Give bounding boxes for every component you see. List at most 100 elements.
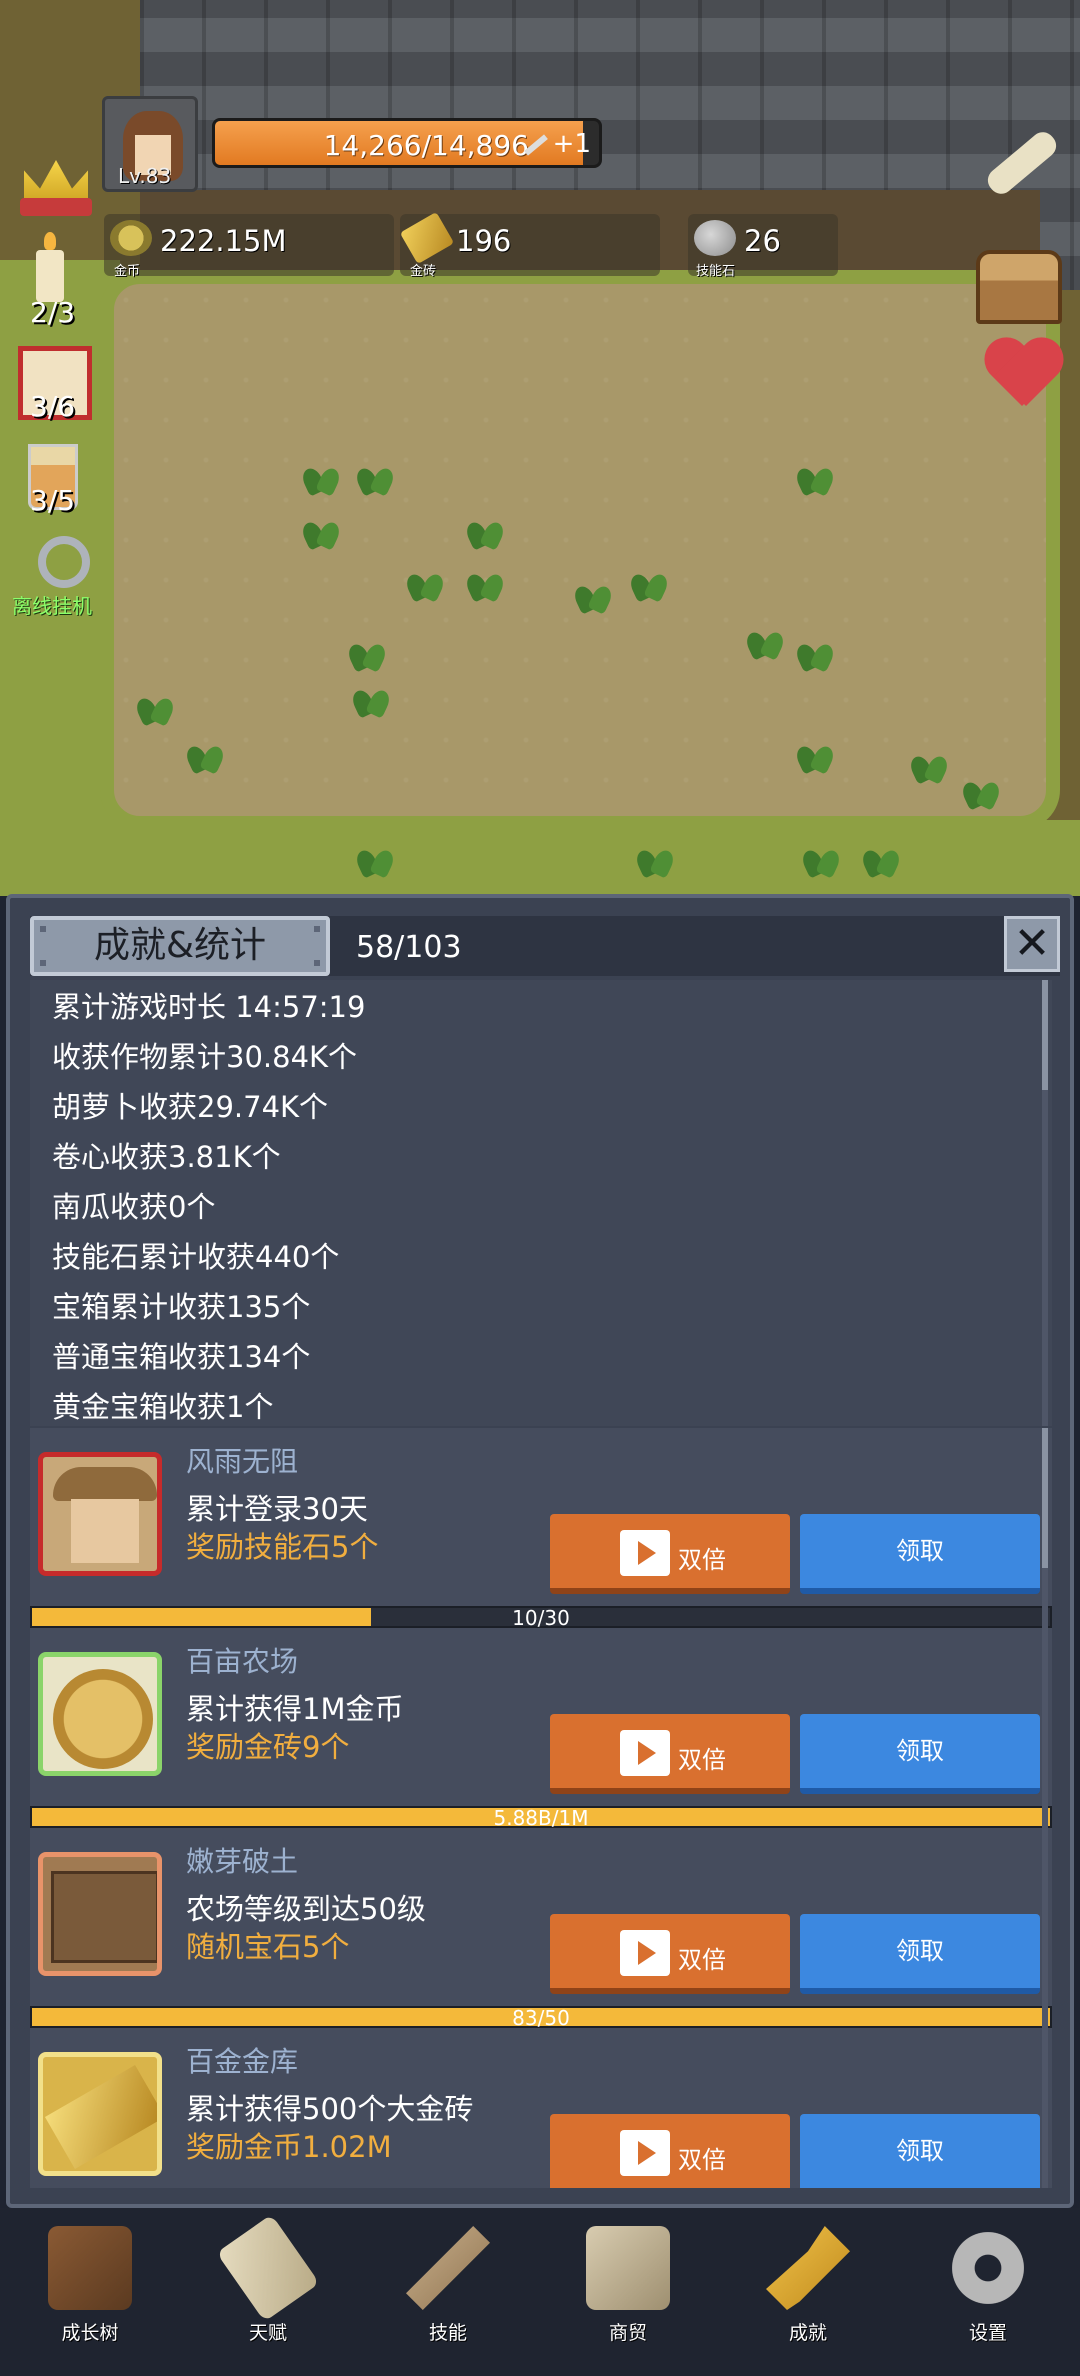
- nav-trade[interactable]: 商贸: [568, 2226, 688, 2366]
- drink-count: 3/5: [30, 484, 76, 517]
- sprout: [354, 460, 396, 494]
- achievement-scrollbar-thumb[interactable]: [1042, 1428, 1048, 1568]
- achievement-list[interactable]: 风雨无阻 累计登录30天 奖励技能石5个 双倍 领取 10/30 百亩农场 累计…: [30, 1428, 1052, 2188]
- sprout: [744, 624, 786, 658]
- sprout: [794, 738, 836, 772]
- double-reward-button[interactable]: 双倍: [550, 1514, 790, 1594]
- sprout: [300, 460, 342, 494]
- achievement-reward: 奖励金砖9个: [186, 1730, 350, 1764]
- claim-button[interactable]: 领取: [800, 1714, 1040, 1794]
- resource-caption: 技能石: [696, 264, 736, 279]
- resource-skill-stone: 26 技能石: [688, 214, 838, 279]
- sprout: [628, 566, 670, 600]
- achievement-name: 百金金库: [186, 2045, 299, 2078]
- grass-border-bottom: [0, 820, 1080, 896]
- nav-label: 设置: [968, 2322, 1007, 2344]
- nav-settings[interactable]: 设置: [928, 2226, 1048, 2366]
- double-label: 双倍: [678, 1546, 726, 1574]
- stats-scrollbar-thumb[interactable]: [1042, 980, 1048, 1090]
- stat-item: 技能石累计收获440个: [52, 1240, 340, 1274]
- nav-achievement[interactable]: 成就: [748, 2226, 868, 2366]
- claim-button[interactable]: 领取: [800, 2114, 1040, 2188]
- video-play-icon: [620, 1730, 670, 1776]
- achievement-reward: 奖励技能石5个: [186, 1530, 379, 1564]
- resource-value: 26: [744, 224, 781, 258]
- achievement-desc: 累计获得500个大金砖: [186, 2092, 474, 2126]
- achievement-item: 嫩芽破土 农场等级到达50级 随机宝石5个 双倍 领取 83/50: [30, 1828, 1052, 2030]
- sprout: [404, 566, 446, 600]
- video-play-icon: [620, 2130, 670, 2176]
- achievement-name: 风雨无阻: [186, 1445, 299, 1478]
- sprout: [800, 842, 842, 876]
- sprout: [794, 460, 836, 494]
- candle-count: 2/3: [30, 296, 76, 329]
- nav-growth-tree[interactable]: 成长树: [30, 2226, 150, 2366]
- crown-cushion: [20, 198, 92, 216]
- gold-brick-icon: [399, 211, 455, 265]
- achievement-desc: 农场等级到达50级: [186, 1892, 426, 1926]
- nav-label: 天赋: [248, 2322, 287, 2344]
- achievement-progress-bar: 5.88B/1M: [30, 1806, 1052, 1830]
- player-level: Lv.83: [118, 164, 172, 188]
- heart-icon[interactable]: [982, 340, 1062, 420]
- offline-key-icon[interactable]: [38, 536, 90, 588]
- nav-skill[interactable]: 技能: [388, 2226, 508, 2366]
- cowboy-hat-icon: [38, 1452, 162, 1576]
- double-label: 双倍: [678, 2146, 726, 2174]
- nav-label: 成长树: [61, 2322, 119, 2344]
- close-icon: ✕: [1013, 918, 1051, 969]
- achievement-reward: 奖励金币1.02M: [186, 2130, 392, 2164]
- resource-value: 196: [456, 224, 512, 258]
- achievement-progress-bar: 83/50: [30, 2006, 1052, 2030]
- farm-scene: Lv.83 14,266/14,896 +1 222.15M 金币 196 金砖…: [0, 0, 1080, 896]
- achievement-progress-text: 10/30: [512, 1606, 570, 1630]
- stamina-text: 14,266/14,896: [323, 129, 529, 162]
- video-play-icon: [620, 1930, 670, 1976]
- sprout: [354, 842, 396, 876]
- stat-item: 累计游戏时长 14:57:19: [52, 990, 366, 1024]
- resource-caption: 金砖: [410, 264, 437, 279]
- dice-count: 3/6: [30, 390, 76, 423]
- resource-coins: 222.15M 金币: [104, 214, 394, 279]
- book-icon: [48, 2226, 132, 2310]
- achievement-panel: 成就&统计 58/103 ✕ 累计游戏时长 14:57:19 收获作物累计30.…: [6, 894, 1074, 2208]
- claim-button[interactable]: 领取: [800, 1914, 1040, 1994]
- achievement-progress-bar: 10/30: [30, 1606, 1052, 1630]
- stat-item: 胡萝卜收获29.74K个: [52, 1090, 329, 1124]
- achievement-desc: 累计登录30天: [186, 1492, 368, 1526]
- achievement-count: 58/103: [356, 930, 462, 965]
- bottom-navigation: 成长树 天赋 技能 商贸 成就 设置: [0, 2208, 1080, 2376]
- candle-icon[interactable]: [36, 232, 64, 302]
- achievement-progress-text: 83/50: [512, 2006, 570, 2030]
- sprout: [134, 690, 176, 724]
- double-label: 双倍: [678, 1746, 726, 1774]
- treasure-chest-icon[interactable]: [976, 250, 1062, 324]
- double-reward-button[interactable]: 双倍: [550, 1914, 790, 1994]
- nav-talent[interactable]: 天赋: [208, 2214, 328, 2366]
- map-icon: [586, 2226, 670, 2310]
- claim-button[interactable]: 领取: [800, 1514, 1040, 1594]
- bolt-decoration: [40, 960, 46, 966]
- achievement-item: 百亩农场 累计获得1M金币 奖励金砖9个 双倍 领取 5.88B/1M: [30, 1628, 1052, 1830]
- sprout: [350, 682, 392, 716]
- sprout: [572, 578, 614, 612]
- nav-label: 成就: [788, 2322, 827, 2344]
- scroll-icon: [216, 2214, 320, 2322]
- crop-lock-sign-icon: [38, 1852, 162, 1976]
- coin-icon: [110, 220, 152, 256]
- sprout: [464, 514, 506, 548]
- stat-item: 南瓜收获0个: [52, 1190, 216, 1224]
- gold-bar-icon: [38, 2052, 162, 2176]
- double-reward-button[interactable]: 双倍: [550, 2114, 790, 2188]
- video-play-icon: [620, 1530, 670, 1576]
- close-button[interactable]: ✕: [1004, 916, 1060, 972]
- nav-label: 技能: [428, 2322, 467, 2344]
- double-reward-button[interactable]: 双倍: [550, 1714, 790, 1794]
- sprout: [300, 514, 342, 548]
- sprout: [634, 842, 676, 876]
- bolt-decoration: [314, 926, 320, 932]
- crop-field[interactable]: [100, 270, 1060, 830]
- skill-stone-icon: [694, 220, 736, 256]
- statistics-list[interactable]: 累计游戏时长 14:57:19 收获作物累计30.84K个 胡萝卜收获29.74…: [30, 980, 1052, 1426]
- offline-idle-label[interactable]: 离线挂机: [12, 590, 92, 619]
